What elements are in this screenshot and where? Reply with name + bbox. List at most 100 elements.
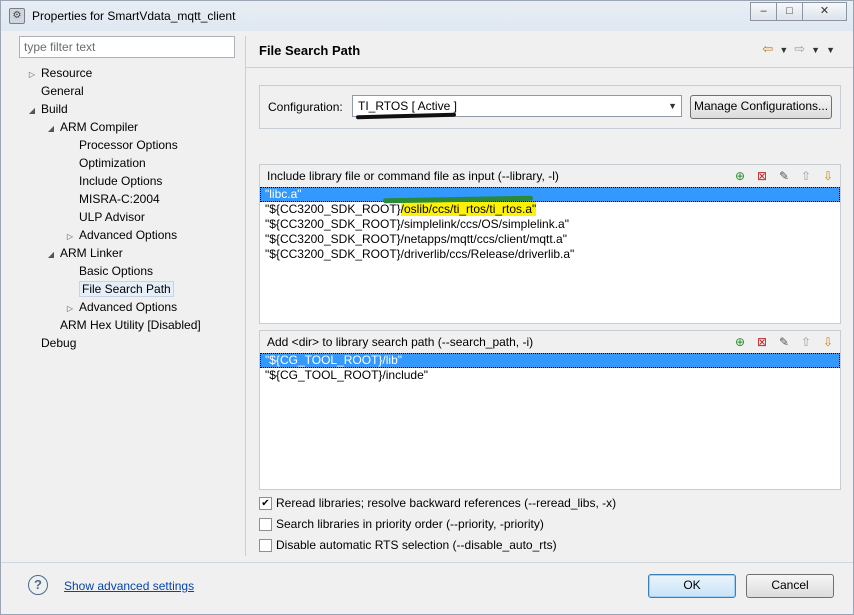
tree-item[interactable]: ▷ Advanced Options bbox=[65, 226, 177, 244]
tree-item-label: Resource bbox=[41, 66, 93, 80]
tree-item-label: Processor Options bbox=[79, 138, 178, 152]
list-item[interactable]: "${CG_TOOL_ROOT}/lib" bbox=[260, 353, 840, 368]
tree-item[interactable]: ▷ Advanced Options bbox=[65, 298, 177, 316]
edit-icon[interactable]: ✎ bbox=[776, 168, 792, 184]
ok-button[interactable]: OK bbox=[648, 574, 736, 598]
tree-expander-icon[interactable]: ◢ bbox=[46, 120, 56, 138]
add-icon[interactable]: ⊕ bbox=[732, 168, 748, 184]
window-controls: – □ ✕ bbox=[750, 2, 847, 21]
forward-menu-icon[interactable]: ▼ bbox=[811, 41, 820, 59]
checkbox-label: Search libraries in priority order (--pr… bbox=[276, 517, 544, 531]
list-item-text: "${CG_TOOL_ROOT}/lib" bbox=[265, 353, 403, 367]
tree-item[interactable]: Debug bbox=[27, 334, 76, 352]
tree-item-label: Include Options bbox=[79, 174, 163, 188]
tree-item[interactable]: File Search Path bbox=[65, 280, 174, 298]
tree-item[interactable]: ARM Hex Utility [Disabled] bbox=[46, 316, 201, 334]
list-item[interactable]: "${CC3200_SDK_ROOT}/simplelink/ccs/OS/si… bbox=[260, 217, 840, 232]
page-title: File Search Path bbox=[259, 43, 361, 58]
properties-dialog: ⚙ Properties for SmartVdata_mqtt_client … bbox=[0, 0, 854, 615]
checkbox[interactable]: ✔ bbox=[259, 497, 272, 510]
tree-item-label: Advanced Options bbox=[79, 300, 178, 314]
tree-item[interactable]: ◢ ARM Linker bbox=[46, 244, 123, 262]
list-item[interactable]: "${CC3200_SDK_ROOT}/oslib/ccs/ti_rtos/ti… bbox=[260, 202, 840, 217]
move-down-icon[interactable]: ⇩ bbox=[820, 334, 836, 350]
move-down-icon[interactable]: ⇩ bbox=[820, 168, 836, 184]
tree-item-label: General bbox=[41, 84, 84, 98]
tree-item-label: Advanced Options bbox=[79, 228, 178, 242]
highlighted-path-text: /oslib/ccs/ti_rtos/ti_rtos.a" bbox=[400, 202, 537, 216]
checkbox[interactable] bbox=[259, 539, 272, 552]
manage-configurations-button[interactable]: Manage Configurations... bbox=[690, 95, 832, 119]
view-menu-icon[interactable]: ▼ bbox=[826, 41, 835, 59]
panel-separator bbox=[245, 36, 246, 556]
tree-item[interactable]: Basic Options bbox=[65, 262, 153, 280]
window-title: Properties for SmartVdata_mqtt_client bbox=[32, 9, 236, 23]
search-group-header: Add <dir> to library search path (--sear… bbox=[260, 331, 840, 353]
list-item-text: "libc.a" bbox=[265, 187, 302, 201]
cancel-button[interactable]: Cancel bbox=[746, 574, 834, 598]
edit-icon[interactable]: ✎ bbox=[776, 334, 792, 350]
move-up-icon[interactable]: ⇧ bbox=[798, 168, 814, 184]
add-icon[interactable]: ⊕ bbox=[732, 334, 748, 350]
tree-item-label: ARM Compiler bbox=[60, 120, 139, 134]
list-item[interactable]: "${CG_TOOL_ROOT}/include" bbox=[260, 368, 840, 383]
tree-item-label: MISRA-C:2004 bbox=[79, 192, 160, 206]
minimize-button[interactable]: – bbox=[750, 2, 777, 21]
list-item[interactable]: "${CC3200_SDK_ROOT}/driverlib/ccs/Releas… bbox=[260, 247, 840, 262]
tree-item-label: ARM Hex Utility [Disabled] bbox=[60, 318, 201, 332]
back-menu-icon[interactable]: ▼ bbox=[779, 41, 788, 59]
list-item[interactable]: "libc.a" bbox=[260, 187, 840, 202]
show-advanced-settings-link[interactable]: Show advanced settings bbox=[64, 579, 194, 593]
tree-item-label: Basic Options bbox=[79, 264, 154, 278]
delete-icon[interactable]: ⊠ bbox=[754, 334, 770, 350]
library-toolbar: ⊕ ⊠ ✎ ⇧ ⇩ bbox=[732, 168, 836, 184]
maximize-button[interactable]: □ bbox=[776, 2, 803, 21]
tree-item[interactable]: ◢ ARM Compiler bbox=[46, 118, 138, 136]
library-group-header: Include library file or command file as … bbox=[260, 165, 840, 187]
tree-item[interactable]: ◢ Build bbox=[27, 100, 68, 118]
checkbox[interactable] bbox=[259, 518, 272, 531]
list-item-text: "${CC3200_SDK_ROOT}/netapps/mqtt/ccs/cli… bbox=[265, 232, 567, 246]
list-item-text: "${CC3200_SDK_ROOT}/driverlib/ccs/Releas… bbox=[265, 247, 575, 261]
tree-item[interactable]: Optimization bbox=[65, 154, 146, 172]
tree-expander-icon[interactable]: ◢ bbox=[46, 246, 56, 264]
library-group-title: Include library file or command file as … bbox=[267, 169, 559, 183]
footer-separator bbox=[1, 562, 853, 563]
sidebar: ▷Resource General ◢ Build ◢ ARM Compiler Proce… bbox=[19, 36, 241, 556]
library-list[interactable]: "libc.a" "${CC3200_SDK_ROOT}/oslib/ccs/ti… bbox=[260, 187, 840, 262]
header-separator bbox=[246, 67, 853, 68]
tree-item[interactable]: Include Options bbox=[65, 172, 162, 190]
tree-expander-icon[interactable]: ◢ bbox=[27, 102, 37, 120]
tree-item-label: Debug bbox=[41, 336, 77, 350]
back-arrow-icon[interactable]: ⇦ bbox=[762, 41, 773, 59]
search-path-list[interactable]: "${CG_TOOL_ROOT}/lib" "${CG_TOOL_ROOT}/in… bbox=[260, 353, 840, 383]
app-icon: ⚙ bbox=[9, 8, 25, 24]
list-item-text: "${CG_TOOL_ROOT}/include" bbox=[265, 368, 429, 382]
tree-item-label: Optimization bbox=[79, 156, 146, 170]
close-button[interactable]: ✕ bbox=[802, 2, 847, 21]
tree-item[interactable]: General bbox=[27, 82, 84, 100]
configuration-value: TI_RTOS [ Active ] bbox=[358, 99, 457, 113]
checkbox-label: Reread libraries; resolve backward refer… bbox=[276, 496, 617, 510]
tree-item[interactable]: ▷ Resource bbox=[27, 64, 92, 82]
configuration-group: Configuration: TI_RTOS [ Active ] ▼ Mana… bbox=[259, 85, 841, 129]
delete-icon[interactable]: ⊠ bbox=[754, 168, 770, 184]
help-icon[interactable]: ? bbox=[28, 575, 48, 595]
filter-input[interactable] bbox=[19, 36, 235, 58]
chevron-down-icon: ▼ bbox=[668, 101, 677, 111]
tree-item-label: ARM Linker bbox=[60, 246, 123, 260]
checkbox-label: Disable automatic RTS selection (--disab… bbox=[276, 538, 557, 552]
search-path-group: Add <dir> to library search path (--sear… bbox=[259, 330, 841, 490]
search-toolbar: ⊕ ⊠ ✎ ⇧ ⇩ bbox=[732, 334, 836, 350]
move-up-icon[interactable]: ⇧ bbox=[798, 334, 814, 350]
tree-item[interactable]: ULP Advisor bbox=[65, 208, 145, 226]
title-bar: ⚙ Properties for SmartVdata_mqtt_client … bbox=[1, 1, 853, 31]
search-group-title: Add <dir> to library search path (--sear… bbox=[267, 335, 534, 349]
tree-item-label: File Search Path bbox=[79, 281, 174, 297]
list-item[interactable]: "${CC3200_SDK_ROOT}/netapps/mqtt/ccs/cli… bbox=[260, 232, 840, 247]
library-files-group: Include library file or command file as … bbox=[259, 164, 841, 324]
list-item-text: "${CC3200_SDK_ROOT}/simplelink/ccs/OS/si… bbox=[265, 217, 569, 231]
tree-item[interactable]: Processor Options bbox=[65, 136, 178, 154]
forward-arrow-icon[interactable]: ⇨ bbox=[794, 41, 805, 59]
tree-item[interactable]: MISRA-C:2004 bbox=[65, 190, 160, 208]
